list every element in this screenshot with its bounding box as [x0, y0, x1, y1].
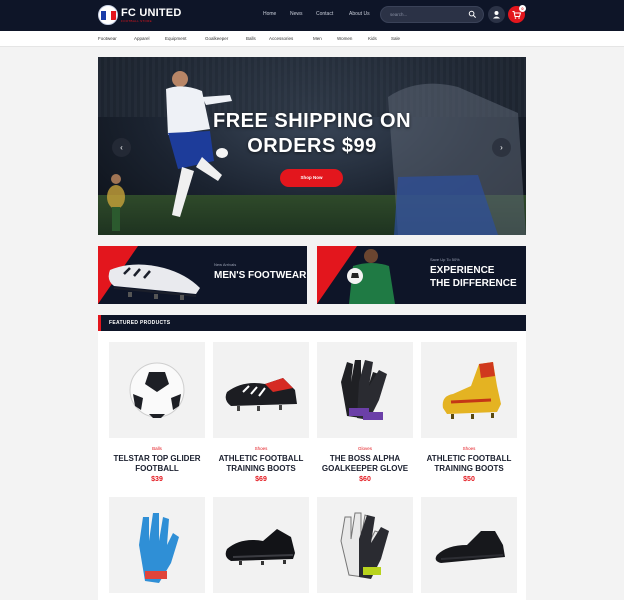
player-image [347, 249, 395, 304]
product-image[interactable] [421, 497, 517, 593]
banner-subtitle: Save Up To 50% [430, 257, 460, 262]
football-boot-icon [225, 378, 297, 411]
product-card[interactable]: Shoes ATHLETIC FOOTBALL TRAINING BOOTS $… [213, 342, 309, 483]
cart-count-badge: 0 [519, 5, 526, 12]
banner-subtitle: New Arrivals [214, 262, 237, 267]
category-women[interactable]: Women [337, 36, 352, 41]
product-image[interactable] [109, 342, 205, 438]
shop-now-button[interactable]: Shop Now [280, 169, 343, 187]
category-balls[interactable]: Balls [246, 36, 256, 41]
category-goalkeeper[interactable]: Goalkeeper [205, 36, 228, 41]
banner-title-line2: THE DIFFERENCE [430, 278, 517, 289]
featured-products-header: FEATURED PRODUCTS [98, 315, 526, 331]
product-name-line2[interactable]: FOOTBALL [109, 464, 205, 474]
product-name-line1[interactable]: ATHLETIC FOOTBALL [213, 454, 309, 464]
nav-home[interactable]: Home [263, 11, 276, 17]
category-accessories[interactable]: Accessories [269, 36, 293, 41]
product-category[interactable]: Shoes [421, 446, 517, 451]
football-boot-icon [108, 264, 200, 300]
chevron-right-icon[interactable]: › [492, 138, 511, 157]
search-icon[interactable] [468, 10, 477, 19]
hero-slider: FREE SHIPPING ON ORDERS $99 Shop Now ‹ › [98, 57, 526, 235]
hero-title: FREE SHIPPING ON ORDERS $99 [98, 109, 526, 159]
product-card[interactable] [421, 497, 517, 593]
soccer-ball-icon [129, 362, 185, 418]
product-card[interactable] [109, 497, 205, 593]
football-boot-icon [435, 531, 505, 563]
product-name-line2[interactable]: GOALKEEPER GLOVE [317, 464, 413, 474]
product-image[interactable] [109, 497, 205, 593]
promo-banner-mens-footwear[interactable]: New Arrivals MEN'S FOOTWEAR [98, 246, 307, 304]
goalkeeper-glove-icon [340, 512, 389, 579]
product-image[interactable] [317, 497, 413, 593]
products-grid: Balls TELSTAR TOP GLIDER FOOTBALL $39 Sh… [98, 331, 526, 600]
category-sale[interactable]: Sale [391, 36, 400, 41]
category-footwear[interactable]: Footwear [98, 36, 117, 41]
hero-title-line1: FREE SHIPPING ON [212, 110, 412, 132]
logo-crest-icon[interactable] [98, 5, 118, 25]
search-placeholder: search... [390, 12, 408, 17]
product-card[interactable]: Shoes ATHLETIC FOOTBALL TRAINING BOOTS $… [421, 342, 517, 483]
nav-about-us[interactable]: About Us [349, 11, 370, 17]
product-image[interactable] [317, 342, 413, 438]
product-name-line2[interactable]: TRAINING BOOTS [213, 464, 309, 474]
nav-news[interactable]: News [290, 11, 303, 17]
nav-contact[interactable]: Contact [316, 11, 333, 17]
product-card[interactable]: Gloves THE BOSS ALPHA GOALKEEPER GLOVE $… [317, 342, 413, 483]
user-icon [493, 11, 500, 19]
category-nav: Footwear Apparel Equipment Goalkeeper Ba… [0, 31, 624, 47]
category-apparel[interactable]: Apparel [134, 36, 150, 41]
top-header: FC UNITED FOOTBALL STORE Home News Conta… [0, 0, 624, 31]
product-name[interactable]: ATHLETIC FOOTBALL TRAINING BOOTS [421, 454, 517, 474]
chevron-left-icon[interactable]: ‹ [112, 138, 131, 157]
category-kids[interactable]: Kids [368, 36, 377, 41]
brand-tagline: FOOTBALL STORE [121, 19, 152, 23]
product-price: $50 [463, 476, 475, 483]
product-name[interactable]: TELSTAR TOP GLIDER FOOTBALL [109, 454, 205, 474]
product-name-line1[interactable]: TELSTAR TOP GLIDER [109, 454, 205, 464]
brand-name[interactable]: FC UNITED [121, 7, 181, 19]
category-men[interactable]: Men [313, 36, 322, 41]
product-card[interactable] [213, 497, 309, 593]
product-name-line1[interactable]: THE BOSS ALPHA [317, 454, 413, 464]
promo-banner-experience[interactable]: Save Up To 50% EXPERIENCE THE DIFFERENCE [317, 246, 526, 304]
product-price: $60 [359, 476, 371, 483]
product-image[interactable] [421, 342, 517, 438]
product-category[interactable]: Shoes [213, 446, 309, 451]
product-card[interactable]: Balls TELSTAR TOP GLIDER FOOTBALL $39 [109, 342, 205, 483]
product-image[interactable] [213, 342, 309, 438]
category-equipment[interactable]: Equipment [165, 36, 187, 41]
search-input[interactable]: search... [380, 6, 484, 23]
football-boot-icon [225, 529, 295, 565]
product-card[interactable] [317, 497, 413, 593]
banner-title: MEN'S FOOTWEAR [214, 270, 307, 281]
product-name[interactable]: ATHLETIC FOOTBALL TRAINING BOOTS [213, 454, 309, 474]
hero-title-line2: ORDERS $99 [247, 135, 377, 157]
product-price: $39 [151, 476, 163, 483]
banner-title-line1: EXPERIENCE [430, 265, 495, 276]
goalkeeper-glove-icon [139, 513, 179, 583]
product-name-line1[interactable]: ATHLETIC FOOTBALL [421, 454, 517, 464]
section-title: FEATURED PRODUCTS [109, 320, 171, 326]
product-name[interactable]: THE BOSS ALPHA GOALKEEPER GLOVE [317, 454, 413, 474]
product-category[interactable]: Gloves [317, 446, 413, 451]
goalkeeper-glove-icon [341, 360, 387, 420]
account-button[interactable] [488, 6, 505, 23]
product-name-line2[interactable]: TRAINING BOOTS [421, 464, 517, 474]
football-boot-icon [442, 362, 501, 419]
product-price: $69 [255, 476, 267, 483]
product-image[interactable] [213, 497, 309, 593]
product-category[interactable]: Balls [109, 446, 205, 451]
